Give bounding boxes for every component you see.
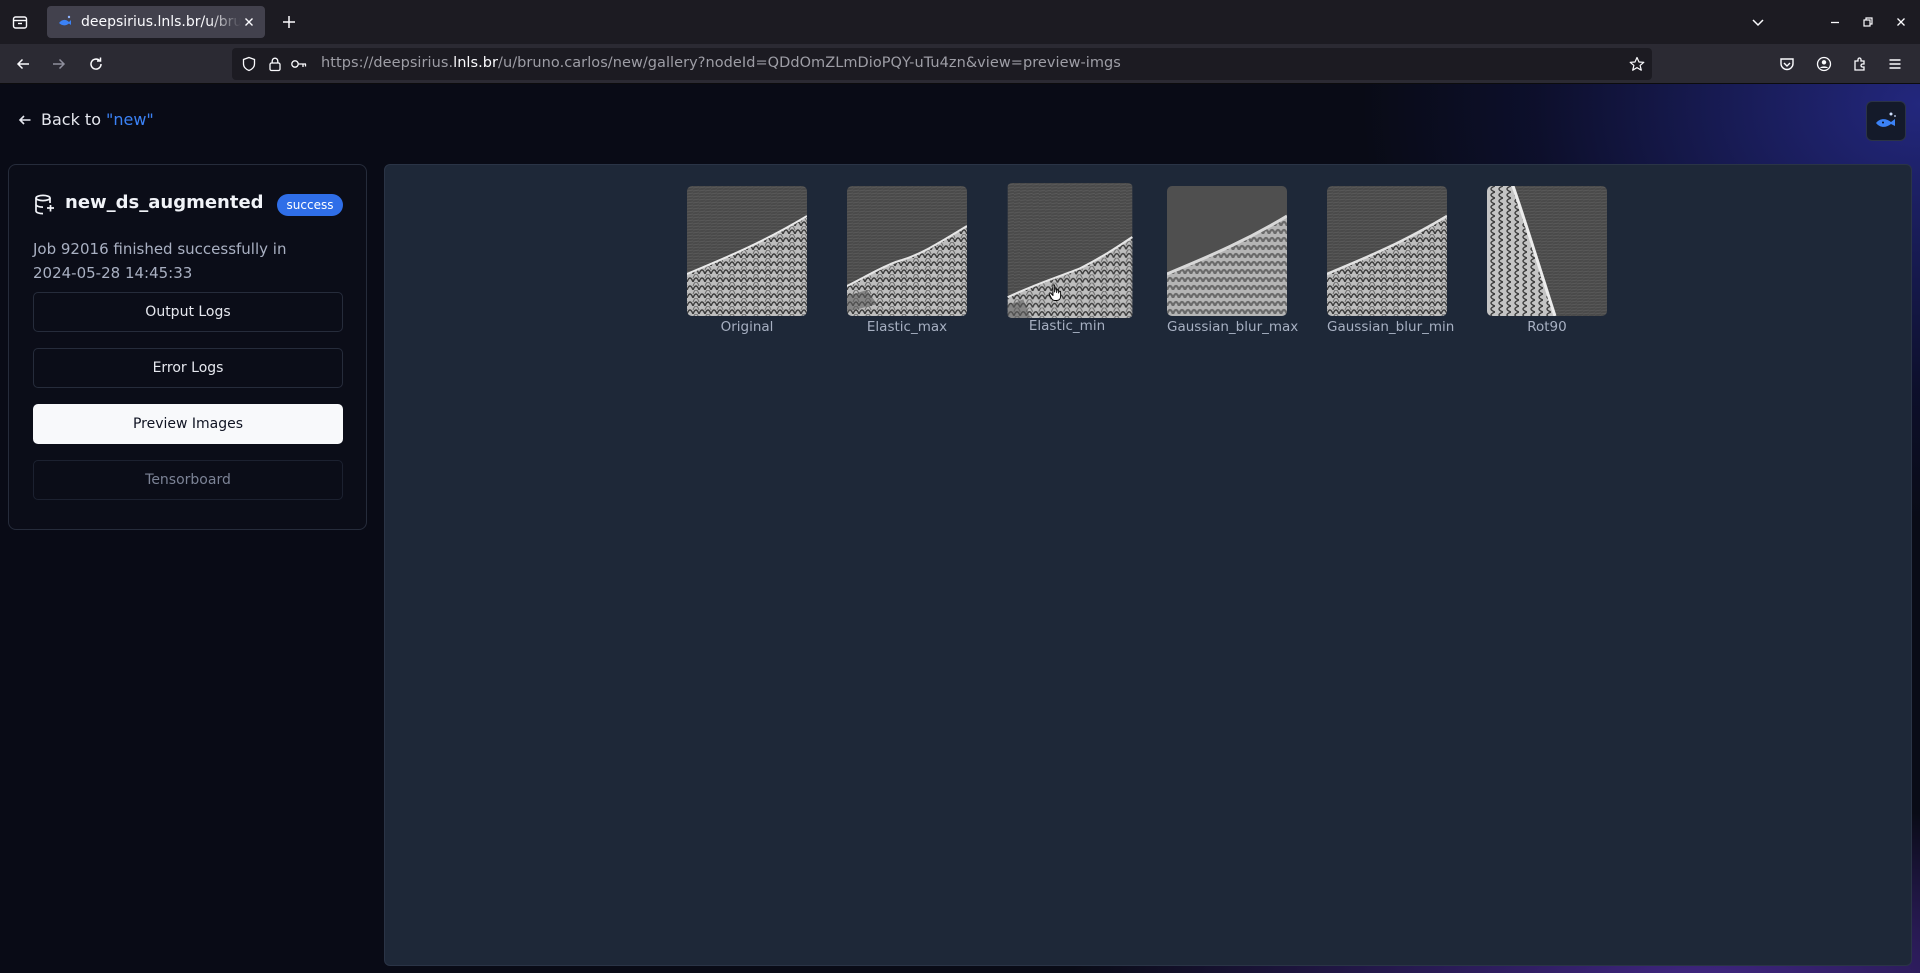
url-scheme: https:// xyxy=(321,55,374,71)
image-label: Gaussian_blur_min xyxy=(1327,319,1455,335)
url-path: /u/bruno.carlos/new/gallery?nodeId=QDdOm… xyxy=(498,55,1121,71)
preview-image[interactable] xyxy=(847,186,967,316)
list-all-tabs-icon[interactable] xyxy=(1748,12,1768,32)
lock-icon[interactable] xyxy=(267,56,283,72)
account-icon[interactable] xyxy=(1814,54,1834,74)
job-status-line: Job 92016 finished successfully in xyxy=(33,240,287,258)
close-window-icon[interactable] xyxy=(1891,12,1911,32)
gallery-item[interactable]: Gaussian_blur_min xyxy=(1327,186,1455,335)
hand-cursor-icon xyxy=(1048,284,1062,301)
preview-image[interactable] xyxy=(1007,183,1133,318)
new-tab-icon[interactable] xyxy=(279,12,299,32)
status-badge: success xyxy=(277,194,343,216)
back-link-target: "new" xyxy=(106,110,154,129)
image-label: Original xyxy=(720,319,774,335)
tab-active[interactable]: deepsirius.lnls.br/u/bruno.carlos/new/ga… xyxy=(47,6,265,38)
deepsirius-logo-icon xyxy=(1876,112,1896,127)
deepsirius-favicon xyxy=(59,15,71,26)
page-content: Back to "new" new_ds_augmented success J… xyxy=(0,84,1920,973)
pocket-icon[interactable] xyxy=(1777,54,1797,74)
preview-images-button[interactable]: Preview Images xyxy=(33,404,343,444)
tensorboard-button[interactable]: Tensorboard xyxy=(33,460,343,500)
tab-overview-icon[interactable] xyxy=(8,12,32,32)
job-status-message: Job 92016 finished successfully in 2024-… xyxy=(33,237,333,285)
arrow-left-icon xyxy=(18,114,31,125)
gallery-item[interactable]: Rot90 xyxy=(1487,186,1607,335)
output-logs-button[interactable]: Output Logs xyxy=(33,292,343,332)
preview-image[interactable] xyxy=(687,186,807,316)
url-text[interactable]: https://deepsirius.lnls.br/u/bruno.carlo… xyxy=(321,55,1121,71)
key-permission-icon[interactable] xyxy=(290,56,308,72)
job-details-card: new_ds_augmented success Job 92016 finis… xyxy=(8,164,367,530)
preview-image[interactable] xyxy=(1327,186,1447,316)
extensions-icon[interactable] xyxy=(1850,54,1870,74)
back-arrow-icon[interactable] xyxy=(12,54,34,74)
gallery-item[interactable]: Elastic_max xyxy=(847,186,967,335)
bookmark-star-icon[interactable] xyxy=(1629,56,1645,72)
back-link[interactable]: Back to "new" xyxy=(18,110,154,129)
app-logo-button[interactable] xyxy=(1866,101,1906,141)
gallery-item[interactable]: Elastic_min xyxy=(1007,183,1133,334)
preview-image[interactable] xyxy=(1487,186,1607,316)
url-bar[interactable]: https://deepsirius.lnls.br/u/bruno.carlo… xyxy=(232,48,1652,80)
image-label: Elastic_max xyxy=(866,319,948,335)
preview-image[interactable] xyxy=(1167,186,1287,316)
image-label: Rot90 xyxy=(1527,319,1567,335)
job-finish-time: 2024-05-28 14:45:33 xyxy=(33,264,193,282)
restore-window-icon[interactable] xyxy=(1858,12,1878,32)
app-menu-icon[interactable] xyxy=(1885,54,1905,74)
gallery-item[interactable]: Original xyxy=(687,186,807,335)
image-label: Elastic_min xyxy=(1028,318,1106,334)
close-tab-icon[interactable] xyxy=(241,14,257,30)
back-link-label: Back to xyxy=(41,110,101,129)
reload-icon[interactable] xyxy=(85,54,107,74)
error-logs-button[interactable]: Error Logs xyxy=(33,348,343,388)
forward-arrow-icon[interactable] xyxy=(48,54,70,74)
preview-gallery: Original Elastic_max Elastic_min Gaussia… xyxy=(384,164,1912,966)
image-label: Gaussian_blur_max xyxy=(1167,319,1299,335)
minimize-window-icon[interactable] xyxy=(1825,12,1845,32)
gallery-item[interactable]: Gaussian_blur_max xyxy=(1167,186,1299,335)
dataset-name: new_ds_augmented xyxy=(65,192,264,213)
url-subdomain: deepsirius. xyxy=(373,55,454,71)
browser-tab-bar: deepsirius.lnls.br/u/bruno.carlos/new/ga… xyxy=(0,0,1920,44)
tab-title: deepsirius.lnls.br/u/bruno.carlos/new/ga… xyxy=(81,14,241,30)
dataset-database-icon xyxy=(35,194,54,215)
url-host: lnls.br xyxy=(453,55,499,71)
browser-nav-bar: https://deepsirius.lnls.br/u/bruno.carlo… xyxy=(0,44,1920,84)
tracking-protection-shield-icon[interactable] xyxy=(241,56,257,72)
